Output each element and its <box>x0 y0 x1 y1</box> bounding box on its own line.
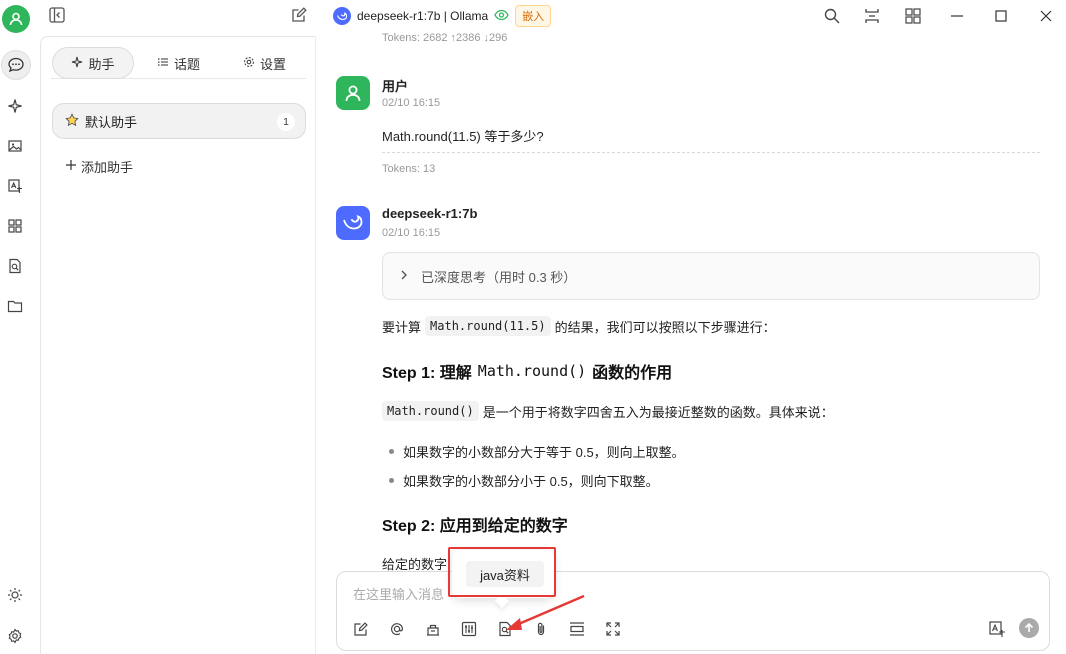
knowledge-base-popover: java资料 <box>452 550 554 598</box>
bullet-dot <box>389 478 394 483</box>
intro-code: Math.round(11.5) <box>425 316 551 336</box>
tab-settings[interactable]: 设置 <box>243 47 286 79</box>
embed-tag: 嵌入 <box>515 5 552 27</box>
assistant-time: 02/10 16:15 <box>382 227 441 239</box>
deepseek-avatar <box>336 206 370 240</box>
left-rail <box>0 0 31 654</box>
user-message-text: Math.round(11.5) 等于多少? <box>382 126 544 145</box>
thinking-label: 已深度思考（用时 0.3 秒） <box>421 269 577 285</box>
tab-assistants[interactable]: 助手 <box>52 47 134 79</box>
sparkle-icon[interactable] <box>4 95 26 117</box>
add-assistant-label: 添加助手 <box>81 160 134 175</box>
folder-icon[interactable] <box>4 295 26 317</box>
intro-pre: 要计算 <box>382 319 422 335</box>
knowledge-search-icon[interactable] <box>4 255 26 277</box>
step2-heading-text: Step 2: 应用到给定的数字 <box>382 518 568 535</box>
user-avatar[interactable] <box>2 5 30 33</box>
annotation-arrow-icon <box>506 594 585 630</box>
assistant-item-default[interactable]: 默认助手 1 <box>52 103 306 139</box>
user-message-content: Math.round(11.5) 等于多少? <box>382 129 544 144</box>
new-topic-icon[interactable] <box>351 619 371 639</box>
user-tokens: Tokens: 13 <box>382 163 436 175</box>
layout-grid-icon[interactable] <box>904 6 922 26</box>
apps-icon[interactable] <box>4 215 26 237</box>
tab-label: 话题 <box>174 56 201 72</box>
gear-icon <box>243 56 255 71</box>
thinking-collapse[interactable]: 已深度思考（用时 0.3 秒） <box>382 252 1040 300</box>
step2-heading: Step 2: 应用到给定的数字 <box>382 512 568 536</box>
message-input-box[interactable]: 在这里输入消息 <box>336 571 1050 651</box>
panel-tabs: 助手 话题 设置 <box>51 47 306 79</box>
user-message-avatar <box>336 76 370 110</box>
chat-icon[interactable] <box>1 50 31 80</box>
tab-label: 设置 <box>260 56 287 72</box>
step1-heading-b: 函数的作用 <box>592 365 673 382</box>
theme-sun-icon[interactable] <box>4 584 26 606</box>
send-button[interactable] <box>1019 618 1039 638</box>
list-item: 如果数字的小数部分小于 0.5，则向下取整。 <box>389 471 659 490</box>
intro-paragraph: 要计算 Math.round(11.5) 的结果，我们可以按照以下步骤进行： <box>382 316 776 336</box>
user-name: 用户 <box>382 79 409 94</box>
desc-code: Math.round() <box>382 401 479 421</box>
tab-topics[interactable]: 话题 <box>157 47 200 79</box>
user-time: 02/10 16:15 <box>382 97 441 109</box>
topic-count-badge: 1 <box>277 113 295 131</box>
chat-area: Tokens: 2682 ↑2386 ↓296 用户 02/10 16:15 M… <box>317 32 1066 654</box>
assistant-name: deepseek-r1:7b <box>382 206 478 221</box>
bullet-dot <box>389 449 394 454</box>
settings-gear-icon[interactable] <box>4 625 26 647</box>
list-item: 如果数字的小数部分大于等于 0.5，则向上取整。 <box>389 442 685 461</box>
step1-heading-code: Math.round() <box>477 362 587 380</box>
chevron-right-icon <box>399 269 409 284</box>
add-assistant-button[interactable]: 添加助手 <box>65 157 133 176</box>
message-input[interactable]: 在这里输入消息 <box>353 584 444 603</box>
step1-heading-a: Step 1: 理解 <box>382 365 472 382</box>
tab-label: 助手 <box>88 56 115 72</box>
close-icon[interactable] <box>1039 6 1053 26</box>
sparkle-small-icon <box>71 56 83 71</box>
list-item-text: 如果数字的小数部分小于 0.5，则向下取整。 <box>403 474 659 489</box>
sliders-icon[interactable] <box>459 619 479 639</box>
image-icon[interactable] <box>4 135 26 157</box>
knowledge-base-icon[interactable] <box>423 619 443 639</box>
message-divider <box>382 152 1040 153</box>
mention-at-icon[interactable] <box>387 619 407 639</box>
new-topic-edit-icon[interactable] <box>290 6 308 27</box>
list-item-text: 如果数字的小数部分大于等于 0.5，则向上取整。 <box>403 445 685 460</box>
prev-tokens: Tokens: 2682 ↑2386 ↓296 <box>382 32 508 44</box>
translate-icon[interactable] <box>4 175 26 197</box>
toggle-sidebar-icon[interactable] <box>48 6 66 27</box>
assistant-panel: 助手 话题 设置 默认助手 1 添加助手 <box>40 36 316 654</box>
intro-post: 的结果，我们可以按照以下步骤进行： <box>554 319 776 335</box>
knowledge-base-option[interactable]: java资料 <box>466 561 544 587</box>
maximize-icon[interactable] <box>994 6 1008 26</box>
desc-paragraph: Math.round() 是一个用于将数字四舍五入为最接近整数的函数。具体来说： <box>382 401 834 421</box>
translate-input-icon[interactable] <box>987 619 1007 639</box>
fullscreen-icon[interactable] <box>603 619 623 639</box>
model-selector[interactable]: deepseek-r1:7b | Ollama 嵌入 <box>333 5 552 27</box>
minimize-icon[interactable] <box>950 6 964 26</box>
eye-icon[interactable] <box>494 9 509 24</box>
expand-width-icon[interactable] <box>863 6 881 26</box>
search-icon[interactable] <box>823 6 841 26</box>
desc-text: 是一个用于将数字四舍五入为最接近整数的函数。具体来说： <box>482 404 834 420</box>
step1-heading: Step 1: 理解 Math.round() 函数的作用 <box>382 359 672 383</box>
assistant-name: 默认助手 <box>85 114 138 130</box>
deepseek-logo-icon <box>333 7 351 25</box>
list-icon <box>157 56 169 71</box>
star-icon <box>65 112 79 130</box>
model-name: deepseek-r1:7b | Ollama <box>357 9 489 23</box>
plus-icon <box>65 159 77 174</box>
